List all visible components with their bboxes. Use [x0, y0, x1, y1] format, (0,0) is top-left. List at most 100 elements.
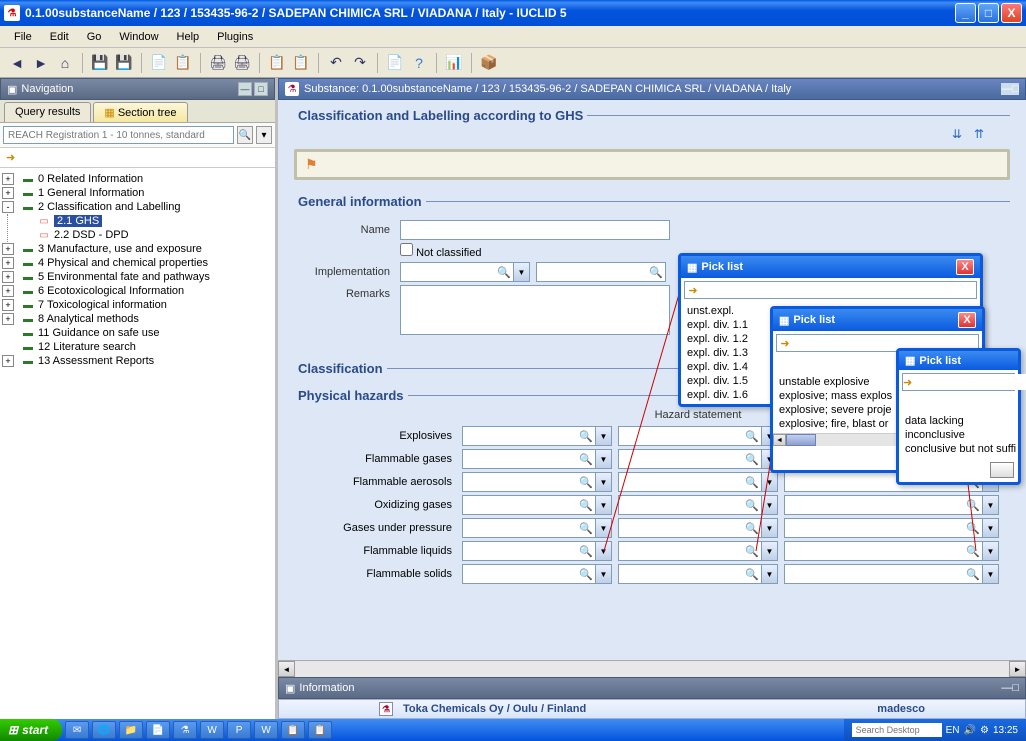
search-icon[interactable]: 🔍 [743, 427, 761, 445]
paste-icon[interactable]: 📋 [290, 52, 312, 74]
hazard-category-combo[interactable]: 🔍▼ [462, 541, 612, 561]
tree-item[interactable]: ▭2.2 DSD - DPD [18, 228, 273, 242]
menu-edit[interactable]: Edit [42, 29, 77, 45]
implementation-combo[interactable]: 🔍▼ [400, 262, 530, 282]
chevron-down-icon[interactable]: ▼ [595, 496, 611, 514]
hazard-reason-combo[interactable]: 🔍▼ [784, 564, 999, 584]
combo-input[interactable] [785, 542, 964, 560]
tree-item[interactable]: +▬4 Physical and chemical properties [2, 256, 273, 270]
combo-input[interactable] [785, 496, 964, 514]
tree-item[interactable]: +▬1 General Information [2, 186, 273, 200]
picklist-item[interactable]: inconclusive [901, 428, 1016, 442]
save-all-icon[interactable]: 💾 [113, 52, 135, 74]
menu-window[interactable]: Window [111, 29, 166, 45]
tree-item[interactable]: ▬11 Guidance on safe use [2, 326, 273, 340]
picklist-1-search-input[interactable] [701, 282, 976, 298]
hazard-reason-combo[interactable]: 🔍▼ [784, 518, 999, 538]
combo-input[interactable] [463, 542, 577, 560]
print-preview-icon[interactable]: 🖨 [231, 52, 253, 74]
tree-item[interactable]: +▬13 Assessment Reports [2, 354, 273, 368]
search-icon[interactable]: 🔍 [743, 519, 761, 537]
start-button[interactable]: ⊞start [0, 719, 62, 741]
clipboard-icon[interactable]: 📋 [266, 52, 288, 74]
search-icon[interactable]: 🔍 [743, 473, 761, 491]
chevron-down-icon[interactable]: ▼ [595, 519, 611, 537]
home-icon[interactable]: ⌂ [54, 52, 76, 74]
tree-item[interactable]: +▬3 Manufacture, use and exposure [2, 242, 273, 256]
search-icon[interactable]: 🔍 [743, 496, 761, 514]
hazard-reason-combo[interactable]: 🔍▼ [784, 495, 999, 515]
chevron-down-icon[interactable]: ▼ [761, 519, 777, 537]
document-icon[interactable]: 📄 [384, 52, 406, 74]
tool1-icon[interactable]: 📊 [443, 52, 465, 74]
content-max-button[interactable]: □ [1012, 83, 1019, 95]
search-icon[interactable]: 🔍 [743, 542, 761, 560]
menu-file[interactable]: File [6, 29, 40, 45]
tree-item[interactable]: +▬0 Related Information [2, 172, 273, 186]
combo-input[interactable] [619, 519, 743, 537]
taskbar-item[interactable]: ⚗ [173, 721, 197, 739]
menu-plugins[interactable]: Plugins [209, 29, 261, 45]
picklist-1-close-button[interactable]: X [956, 259, 974, 275]
tab-section-tree[interactable]: ▦Section tree [93, 102, 187, 122]
search-icon[interactable]: 🔍 [577, 542, 595, 560]
chevron-down-icon[interactable]: ▼ [982, 565, 998, 583]
menu-go[interactable]: Go [79, 29, 110, 45]
hazard-statement-combo[interactable]: 🔍▼ [618, 495, 778, 515]
hazard-category-combo[interactable]: 🔍▼ [462, 426, 612, 446]
hazard-reason-combo[interactable]: 🔍▼ [784, 541, 999, 561]
search-icon[interactable]: 🔍 [495, 263, 513, 281]
print-icon[interactable]: 🖨 [207, 52, 229, 74]
taskbar-item[interactable]: 🌐 [92, 721, 116, 739]
combo-input[interactable] [619, 473, 743, 491]
combo-input[interactable] [619, 427, 743, 445]
plus-icon[interactable]: + [2, 173, 14, 185]
picklist-3-list[interactable]: data lackinginconclusiveconclusive but n… [899, 412, 1018, 458]
hazard-category-combo[interactable]: 🔍▼ [462, 518, 612, 538]
back-icon[interactable]: ◄ [6, 52, 28, 74]
search-icon[interactable]: 🔍 [743, 450, 761, 468]
taskbar-item[interactable]: 📁 [119, 721, 143, 739]
tree-item[interactable]: ▭2.1 GHS [18, 214, 273, 228]
search-icon[interactable]: 🔍 [964, 496, 982, 514]
combo-input[interactable] [463, 565, 577, 583]
info-max-button[interactable]: □ [1012, 682, 1019, 694]
implementation-combo-2[interactable]: 🔍 [536, 262, 666, 282]
hazard-statement-combo[interactable]: 🔍▼ [618, 541, 778, 561]
filter-input[interactable] [3, 126, 234, 144]
chevron-down-icon[interactable]: ▼ [761, 542, 777, 560]
hazard-category-combo[interactable]: 🔍▼ [462, 564, 612, 584]
close-button[interactable]: X [1001, 3, 1022, 23]
forward-icon[interactable]: ► [30, 52, 52, 74]
hazard-statement-combo[interactable]: 🔍▼ [618, 564, 778, 584]
content-collapse-button[interactable]: — [1001, 83, 1012, 95]
hazard-category-combo[interactable]: 🔍▼ [462, 495, 612, 515]
taskbar-item[interactable]: 📄 [146, 721, 170, 739]
desktop-search-input[interactable] [852, 723, 942, 737]
plus-icon[interactable]: + [2, 257, 14, 269]
hazard-statement-combo[interactable]: 🔍▼ [618, 426, 778, 446]
taskbar-item[interactable]: 📋 [281, 721, 305, 739]
picklist-3-search-input[interactable] [912, 374, 1026, 390]
combo-input[interactable] [463, 427, 577, 445]
combo-input[interactable] [619, 565, 743, 583]
arrow-right-icon[interactable]: ➜ [777, 335, 793, 351]
flag-icon[interactable]: ⚑ [305, 156, 318, 172]
hazard-category-combo[interactable]: 🔍▼ [462, 449, 612, 469]
minus-icon[interactable]: - [2, 201, 14, 213]
search-icon[interactable]: 🔍 [964, 542, 982, 560]
picklist-item[interactable]: data lacking [901, 414, 1016, 428]
tool2-icon[interactable]: 📦 [478, 52, 500, 74]
tree-item[interactable]: +▬5 Environmental fate and pathways [2, 270, 273, 284]
chevron-down-icon[interactable]: ▼ [595, 427, 611, 445]
plus-icon[interactable]: + [2, 187, 14, 199]
plus-icon[interactable]: + [2, 299, 14, 311]
panel-collapse-button[interactable]: — [238, 82, 252, 96]
search-icon[interactable]: 🔍 [964, 565, 982, 583]
help-icon[interactable]: ? [408, 52, 430, 74]
plus-icon[interactable]: + [2, 285, 14, 297]
tree-item[interactable]: +▬7 Toxicological information [2, 298, 273, 312]
section-tree[interactable]: +▬0 Related Information+▬1 General Infor… [0, 168, 275, 719]
tab-query-results[interactable]: Query results [4, 102, 91, 122]
chevron-down-icon[interactable]: ▼ [595, 565, 611, 583]
